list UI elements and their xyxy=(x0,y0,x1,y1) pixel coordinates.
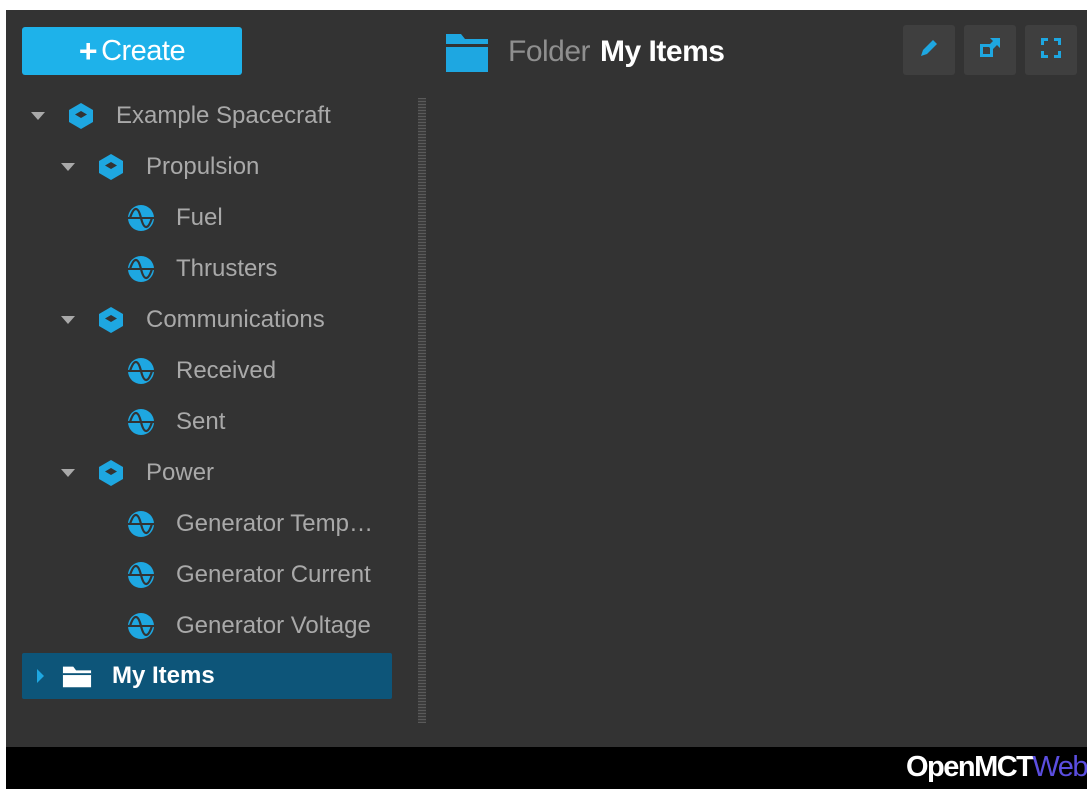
pane-splitter[interactable] xyxy=(418,98,426,723)
folder-icon xyxy=(62,661,92,691)
pencil-icon xyxy=(918,37,940,64)
tree-item-example-spacecraft[interactable]: Example Spacecraft xyxy=(22,90,402,141)
tree-item-generator-current[interactable]: Generator Current xyxy=(22,549,402,600)
object-tree: Example Spacecraft Propulsion Fuel Thrus… xyxy=(22,90,402,699)
caret-right-icon xyxy=(36,669,44,683)
fullscreen-icon xyxy=(1039,36,1063,65)
brand-logo: OpenMCTWeb xyxy=(906,751,1087,784)
expand-toggle[interactable] xyxy=(30,108,46,124)
tree-item-label: Example Spacecraft xyxy=(116,101,331,129)
fullscreen-button[interactable] xyxy=(1025,25,1077,75)
edit-button[interactable] xyxy=(903,25,955,75)
tree-item-propulsion[interactable]: Propulsion xyxy=(22,141,402,192)
telemetry-icon xyxy=(126,254,156,284)
telemetry-icon xyxy=(126,509,156,539)
tree-item-label: Fuel xyxy=(176,203,223,231)
plus-icon: + xyxy=(78,33,98,69)
tree-item-label: Generator Voltage xyxy=(176,611,371,639)
openmct-app: + Create Example Spacecraft Propulsion F… xyxy=(6,10,1087,789)
telemetry-icon xyxy=(126,203,156,233)
telemetry-icon xyxy=(126,611,156,641)
tree-item-label: My Items xyxy=(112,662,215,689)
tree-item-label: Generator Temp… xyxy=(176,509,373,537)
create-button-label: Create xyxy=(101,34,186,67)
expand-toggle[interactable] xyxy=(60,159,76,175)
expand-toggle[interactable] xyxy=(60,465,76,481)
object-type-label: Folder xyxy=(508,35,591,68)
tree-item-my-items[interactable]: My Items xyxy=(22,653,392,699)
tree-item-label: Propulsion xyxy=(146,152,260,180)
tree-item-label: Received xyxy=(176,356,277,384)
footer: OpenMCTWeb xyxy=(6,747,1087,789)
brand-primary: OpenMCT xyxy=(905,751,1034,783)
tree-item-thrusters[interactable]: Thrusters xyxy=(22,243,402,294)
tree-item-label: Communications xyxy=(146,305,325,333)
caret-down-icon xyxy=(31,111,45,120)
expand-toggle[interactable] xyxy=(60,312,76,328)
telemetry-icon xyxy=(126,407,156,437)
tree-item-communications[interactable]: Communications xyxy=(22,294,402,345)
caret-down-icon xyxy=(61,315,75,324)
cube-icon xyxy=(66,101,96,131)
tree-item-power[interactable]: Power xyxy=(22,447,402,498)
caret-down-icon xyxy=(61,468,75,477)
cube-icon xyxy=(96,458,126,488)
tree-item-sent[interactable]: Sent xyxy=(22,396,402,447)
object-header: Folder My Items xyxy=(444,28,725,76)
tree-item-generator-temperature[interactable]: Generator Temp… xyxy=(22,498,402,549)
folder-icon xyxy=(444,30,490,74)
tree-item-label: Sent xyxy=(176,407,226,435)
tree-item-label: Thrusters xyxy=(176,254,278,282)
tree-item-label: Power xyxy=(146,458,215,486)
tree-item-generator-voltage[interactable]: Generator Voltage xyxy=(22,600,402,651)
open-new-window-button[interactable] xyxy=(964,25,1016,75)
create-button[interactable]: + Create xyxy=(22,27,242,75)
telemetry-icon xyxy=(126,560,156,590)
tree-item-received[interactable]: Received xyxy=(22,345,402,396)
cube-icon xyxy=(96,305,126,335)
tree-item-fuel[interactable]: Fuel xyxy=(22,192,402,243)
tree-item-label: Generator Current xyxy=(176,560,371,588)
object-name: My Items xyxy=(600,35,725,68)
caret-down-icon xyxy=(61,162,75,171)
new-window-icon xyxy=(978,36,1002,65)
cube-icon xyxy=(96,152,126,182)
brand-secondary: Web xyxy=(1032,751,1087,783)
expand-toggle[interactable] xyxy=(32,668,48,684)
telemetry-icon xyxy=(126,356,156,386)
